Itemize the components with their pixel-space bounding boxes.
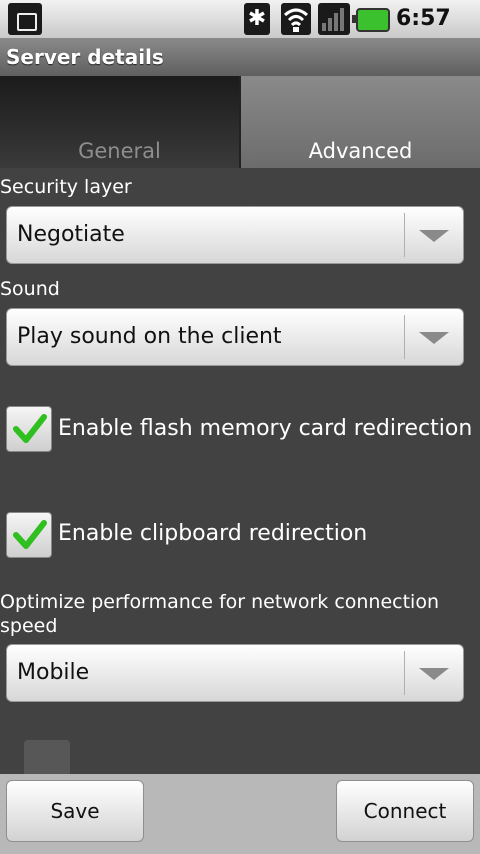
battery-icon bbox=[352, 8, 390, 32]
spinner-divider bbox=[404, 651, 405, 695]
clipboard-redirect-checkbox[interactable] bbox=[6, 512, 52, 558]
performance-label: Optimize performance for network connect… bbox=[0, 591, 440, 637]
status-bar: ✱ 6:57 PM bbox=[0, 0, 480, 67]
security-layer-label: Security layer bbox=[0, 176, 132, 198]
sound-label: Sound bbox=[0, 278, 60, 300]
sound-value: Play sound on the client bbox=[17, 324, 282, 349]
security-layer-value: Negotiate bbox=[17, 222, 125, 247]
connect-button[interactable]: Connect bbox=[336, 780, 474, 842]
flash-redirect-label[interactable]: Enable flash memory card redirection bbox=[58, 416, 472, 441]
tab-general[interactable]: General bbox=[0, 76, 239, 168]
notification-icon bbox=[8, 3, 42, 35]
chevron-down-icon bbox=[419, 230, 449, 242]
bottom-button-bar: Save Connect bbox=[0, 774, 480, 854]
clock: 6:57 PM bbox=[396, 6, 451, 67]
title-bar: Server details bbox=[0, 38, 480, 76]
flash-redirect-checkbox[interactable] bbox=[6, 406, 52, 452]
clipboard-redirect-label[interactable]: Enable clipboard redirection bbox=[58, 521, 367, 546]
performance-value: Mobile bbox=[17, 660, 90, 685]
save-button[interactable]: Save bbox=[6, 780, 144, 842]
performance-spinner[interactable]: Mobile bbox=[6, 644, 464, 702]
bluetooth-icon: ✱ bbox=[244, 3, 270, 35]
signal-icon bbox=[318, 3, 350, 35]
tab-bar: General Advanced bbox=[0, 76, 480, 168]
chevron-down-icon bbox=[419, 332, 449, 344]
security-layer-spinner[interactable]: Negotiate bbox=[6, 206, 464, 264]
checkmark-icon bbox=[13, 414, 47, 443]
spinner-divider bbox=[404, 315, 405, 359]
wifi-icon bbox=[281, 3, 311, 35]
chevron-down-icon bbox=[419, 668, 449, 680]
page-title: Server details bbox=[6, 45, 164, 69]
spinner-divider bbox=[404, 213, 405, 257]
sound-spinner[interactable]: Play sound on the client bbox=[6, 308, 464, 366]
checkmark-icon bbox=[13, 520, 47, 549]
tab-advanced[interactable]: Advanced bbox=[241, 76, 480, 168]
